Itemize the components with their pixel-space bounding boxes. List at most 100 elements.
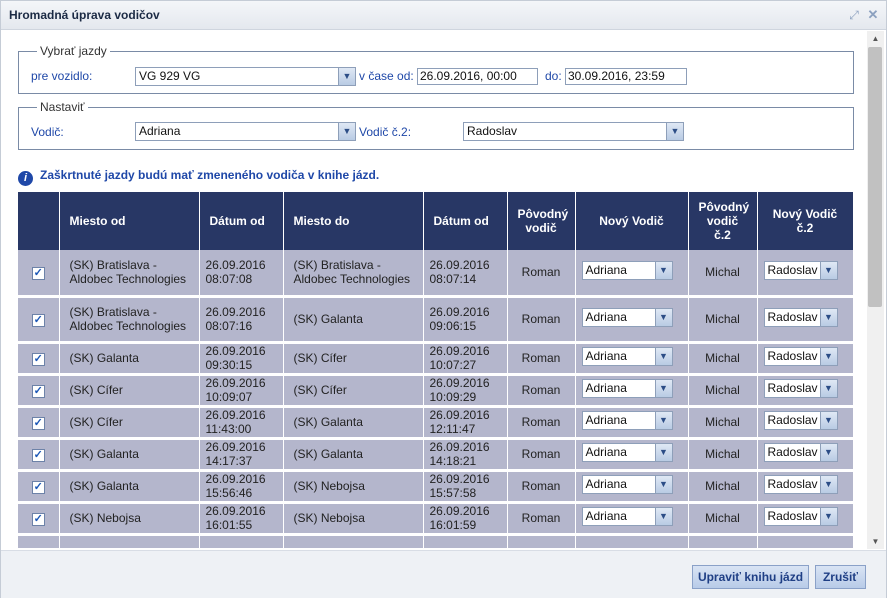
table-row[interactable]: ✓ (SK) Cífer 26.09.2016 10:09:07 (SK) Cífer… [18, 374, 853, 408]
chevron-down-icon[interactable]: ▼ [819, 348, 837, 365]
col-header-check [18, 192, 60, 250]
chevron-down-icon[interactable]: ▼ [819, 309, 837, 326]
scroll-thumb[interactable] [868, 47, 882, 307]
new-driver2-combo[interactable]: Radoslav ▼ [763, 475, 838, 494]
vertical-scrollbar[interactable]: ▲ ▼ [867, 31, 884, 549]
table-row[interactable]: ✓ (SK) Cífer 26.09.2016 11:43:00 (SK) Galan… [18, 406, 853, 440]
col-header-new-driver2[interactable]: Nový Vodič č.2 [757, 192, 853, 250]
cell-to-place: (SK) Nebojsa [283, 470, 424, 504]
table-row[interactable]: ✓ (SK) Bratislava - Aldobec Technologies 2… [18, 296, 853, 344]
cell-from-date: 26.09.2016 16:01:55 [199, 502, 284, 536]
new-driver-combo[interactable]: Adriana ▼ [581, 261, 673, 281]
row-checkbox[interactable]: ✓ [31, 448, 45, 462]
chevron-down-icon[interactable]: ▼ [819, 444, 837, 461]
cell-to-date: 26.09.2016 15:57:58 [423, 470, 508, 504]
table-row[interactable]: ✓ (SK) Galanta 26.09.2016 14:17:37 (SK) Gal… [18, 438, 853, 472]
chevron-down-icon[interactable]: ▼ [654, 348, 672, 365]
col-header-orig-driver[interactable]: Pôvodný vodič [507, 192, 576, 250]
chevron-down-icon[interactable]: ▼ [666, 123, 683, 140]
col-header-orig-driver2[interactable]: Pôvodný vodič č.2 [688, 192, 758, 250]
time-to-input[interactable]: 30.09.2016, 23:59 [565, 68, 687, 85]
chevron-down-icon[interactable]: ▼ [819, 262, 837, 280]
table-row[interactable]: ✓ (SK) Galanta 26.09.2016 09:30:15 (SK) Cíf… [18, 342, 853, 376]
col-header-to-place[interactable]: Miesto do [283, 192, 424, 250]
cell-orig-driver [507, 534, 576, 548]
chevron-down-icon[interactable]: ▼ [819, 380, 837, 397]
chevron-down-icon[interactable]: ▼ [819, 476, 837, 493]
maximize-icon[interactable]: ⤢ [847, 8, 861, 22]
new-driver2-value: Radoslav [767, 381, 818, 395]
cell-to-date: 26.09.2016 12:11:47 [423, 406, 508, 440]
new-driver-value: Adriana [585, 413, 627, 427]
cell-new-driver: Adriana ▼ [575, 342, 689, 376]
chevron-down-icon[interactable]: ▼ [654, 444, 672, 461]
row-checkbox-cell: ✓ [18, 438, 60, 472]
row-checkbox[interactable]: ✓ [31, 384, 45, 398]
new-driver-combo[interactable]: Adriana ▼ [581, 379, 673, 398]
chevron-down-icon[interactable]: ▼ [654, 476, 672, 493]
chevron-down-icon[interactable]: ▼ [654, 508, 672, 525]
driver2-combo[interactable]: Radoslav ▼ [463, 122, 684, 141]
driver-combo[interactable]: Adriana ▼ [135, 122, 356, 141]
vehicle-combo[interactable]: VG 929 VG ▼ [135, 67, 356, 86]
row-checkbox[interactable]: ✓ [31, 480, 45, 494]
chevron-down-icon[interactable]: ▼ [338, 123, 355, 140]
cell-new-driver2: Radoslav ▼ [757, 250, 853, 298]
trips-grid: Miesto od Dátum od Miesto do Dátum od Pô… [18, 192, 853, 548]
cell-new-driver2 [757, 534, 853, 548]
col-header-to-date[interactable]: Dátum od [423, 192, 508, 250]
row-checkbox[interactable]: ✓ [31, 416, 45, 430]
table-row[interactable]: ✓ (SK) Bratislava - Aldobec Technologies 2… [18, 250, 853, 298]
cell-orig-driver: Roman [507, 406, 576, 440]
new-driver-combo[interactable]: Adriana ▼ [581, 347, 673, 366]
new-driver2-combo[interactable]: Radoslav ▼ [763, 261, 838, 281]
row-checkbox[interactable]: ✓ [31, 266, 45, 280]
cell-to-date: 26.09.2016 09:06:15 [423, 296, 508, 344]
row-checkbox[interactable]: ✓ [31, 512, 45, 526]
scroll-up-icon[interactable]: ▲ [867, 31, 884, 46]
cell-from-date: 26.09.2016 08:07:16 [199, 296, 284, 344]
cell-orig-driver2: Michal [688, 438, 758, 472]
row-checkbox[interactable]: ✓ [31, 313, 45, 327]
close-icon[interactable]: ✕ [866, 8, 880, 22]
table-row[interactable]: ✓ (SK) Galanta 26.09.2016 15:56:46 (SK) Neb… [18, 470, 853, 504]
cancel-button[interactable]: Zrušiť [815, 565, 866, 589]
row-checkbox-cell: ✓ [18, 470, 60, 504]
new-driver2-combo[interactable]: Radoslav ▼ [763, 308, 838, 327]
new-driver-combo[interactable]: Adriana ▼ [581, 308, 673, 327]
cell-orig-driver: Roman [507, 250, 576, 298]
cell-new-driver: Adriana ▼ [575, 502, 689, 536]
table-row[interactable]: ✓ (SK) Nebojsa 26.09.2016 16:01:55 (SK) Neb… [18, 502, 853, 536]
chevron-down-icon[interactable]: ▼ [819, 412, 837, 429]
new-driver-combo[interactable]: Adriana ▼ [581, 507, 673, 526]
col-header-from-date[interactable]: Dátum od [199, 192, 284, 250]
cell-orig-driver: Roman [507, 296, 576, 344]
new-driver-combo[interactable]: Adriana ▼ [581, 475, 673, 494]
chevron-down-icon[interactable]: ▼ [654, 380, 672, 397]
col-header-from-place[interactable]: Miesto od [59, 192, 200, 250]
time-from-input[interactable]: 26.09.2016, 00:00 [417, 68, 538, 85]
edit-logbook-button[interactable]: Upraviť knihu jázd [692, 565, 809, 589]
new-driver-combo[interactable]: Adriana ▼ [581, 411, 673, 430]
new-driver2-combo[interactable]: Radoslav ▼ [763, 443, 838, 462]
col-header-new-driver[interactable]: Nový Vodič [575, 192, 689, 250]
chevron-down-icon[interactable]: ▼ [338, 68, 355, 85]
new-driver2-combo[interactable]: Radoslav ▼ [763, 411, 838, 430]
cell-to-place: (SK) Galanta [283, 296, 424, 344]
scroll-down-icon[interactable]: ▼ [867, 534, 884, 549]
new-driver2-combo[interactable]: Radoslav ▼ [763, 347, 838, 366]
new-driver-value: Adriana [585, 445, 627, 459]
chevron-down-icon[interactable]: ▼ [654, 309, 672, 326]
table-row[interactable]: 26.09.2016(SK) Bratislava -26.09.2016 [18, 534, 853, 548]
cell-orig-driver: Roman [507, 502, 576, 536]
chevron-down-icon[interactable]: ▼ [654, 412, 672, 429]
chevron-down-icon[interactable]: ▼ [819, 508, 837, 525]
set-drivers-legend: Nastaviť [40, 100, 85, 114]
cell-orig-driver2: Michal [688, 342, 758, 376]
row-checkbox[interactable]: ✓ [31, 352, 45, 366]
new-driver2-combo[interactable]: Radoslav ▼ [763, 379, 838, 398]
cell-to-date: 26.09.2016 [423, 534, 508, 548]
chevron-down-icon[interactable]: ▼ [654, 262, 672, 280]
new-driver2-combo[interactable]: Radoslav ▼ [763, 507, 838, 526]
new-driver-combo[interactable]: Adriana ▼ [581, 443, 673, 462]
